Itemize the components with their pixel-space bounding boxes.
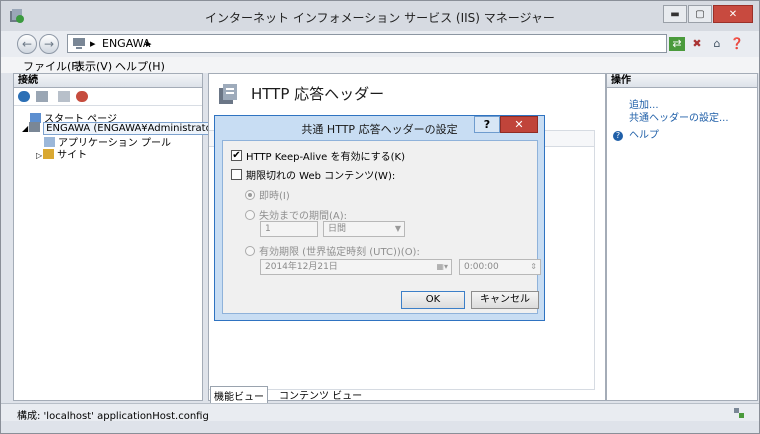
status-text: 構成: 'localhost' applicationHost.config: [17, 411, 209, 422]
home-icon[interactable]: ⌂: [709, 37, 725, 51]
maximize-button[interactable]: ▢: [688, 5, 712, 23]
menu-view[interactable]: 表示(V): [74, 58, 112, 74]
tree-item-sites[interactable]: ▷ サイト: [36, 146, 87, 161]
dialog-close-button[interactable]: ✕: [500, 116, 538, 133]
dialog-body: ✔ HTTP Keep-Alive を有効にする(K) 期限切れの Web コン…: [222, 140, 541, 314]
breadcrumb-engawa[interactable]: ENGAWA: [102, 37, 150, 50]
connections-header: 接続: [14, 74, 202, 88]
help-icon: ?: [613, 131, 623, 141]
back-button[interactable]: ←: [17, 34, 37, 54]
cancel-button[interactable]: キャンセル: [471, 291, 539, 309]
tab-content-view[interactable]: コンテンツ ビュー: [276, 386, 365, 403]
actions-panel: 操作 追加... 共通ヘッダーの設定... ? ヘルプ: [606, 73, 758, 401]
menu-bar: ファイル(F) 表示(V) ヘルプ(H): [1, 57, 759, 73]
ok-button[interactable]: OK: [401, 291, 465, 309]
keepalive-checkbox-row[interactable]: ✔ HTTP Keep-Alive を有効にする(K): [231, 148, 405, 163]
radio-immediate[interactable]: [245, 189, 255, 200]
menu-help[interactable]: ヘルプ(H): [115, 58, 165, 74]
network-icon: [734, 408, 744, 418]
sites-icon: [43, 149, 55, 159]
connect-icon[interactable]: [18, 91, 30, 102]
save-icon[interactable]: [36, 91, 48, 102]
page-title: HTTP 応答ヘッダー: [251, 85, 385, 103]
chevron-down-icon: ▼: [394, 224, 401, 233]
title-bar: インターネット インフォメーション サービス (IIS) マネージャー ▬ ▢ …: [1, 1, 759, 31]
refresh-icon[interactable]: ⇄: [669, 37, 685, 51]
expand-closed-icon[interactable]: ▷: [36, 151, 42, 160]
stop-icon[interactable]: ✖: [689, 37, 705, 51]
breadcrumb-separator: ▸: [146, 37, 152, 50]
help-icon[interactable]: ❓: [729, 37, 745, 51]
calendar-icon: ▦▾: [436, 262, 448, 271]
expire-checkbox[interactable]: [231, 169, 242, 180]
up-icon[interactable]: [58, 91, 70, 102]
iis-manager-window: インターネット インフォメーション サービス (IIS) マネージャー ▬ ▢ …: [0, 0, 760, 434]
navigation-bar: ← → ▸ ENGAWA ▸ ⇄ ✖ ⌂ ❓: [1, 31, 759, 57]
time-stepper[interactable]: 0:00:00 ⇕: [459, 259, 541, 275]
tree-item-server[interactable]: ◢ ENGAWA (ENGAWA¥Administrator): [22, 122, 223, 135]
radio-on-row[interactable]: 有効期限 (世界協定時刻 (UTC))(O):: [245, 243, 420, 258]
http-response-headers-icon: [219, 84, 237, 104]
disconnect-icon[interactable]: [76, 91, 88, 102]
spinner-icon: ⇕: [530, 262, 537, 271]
radio-immediate-row[interactable]: 即時(I): [245, 187, 290, 202]
connections-toolbar: [14, 88, 202, 106]
radio-after-row[interactable]: 失効までの期間(A):: [245, 207, 347, 222]
action-set-common-headers[interactable]: 共通ヘッダーの設定...: [629, 109, 729, 124]
server-icon: [73, 38, 85, 49]
status-bar: 構成: 'localhost' applicationHost.config: [1, 403, 759, 422]
window-title: インターネット インフォメーション サービス (IIS) マネージャー: [205, 11, 555, 25]
server-icon: [29, 122, 41, 132]
common-headers-dialog: 共通 HTTP 応答ヘッダーの設定 ? ✕ ✔ HTTP Keep-Alive …: [214, 115, 545, 321]
radio-on[interactable]: [245, 245, 255, 256]
view-tabs: 機能ビュー コンテンツ ビュー: [208, 385, 606, 405]
minimize-button[interactable]: ▬: [663, 5, 687, 23]
expire-checkbox-row[interactable]: 期限切れの Web コンテンツ(W):: [231, 167, 395, 182]
forward-button[interactable]: →: [39, 34, 59, 54]
keepalive-checkbox[interactable]: ✔: [231, 150, 242, 161]
breadcrumb-separator: ▸: [90, 37, 96, 50]
dialog-help-button[interactable]: ?: [474, 116, 500, 133]
close-button[interactable]: ✕: [713, 5, 753, 23]
action-help[interactable]: ? ヘルプ: [613, 126, 659, 141]
address-bar[interactable]: ▸ ENGAWA ▸: [67, 34, 667, 53]
actions-header: 操作: [607, 74, 757, 88]
expand-open-icon[interactable]: ◢: [22, 124, 28, 133]
date-picker[interactable]: 2014年12月21日 ▦▾: [260, 259, 452, 275]
radio-after[interactable]: [245, 209, 255, 220]
after-unit-select[interactable]: 日間 ▼: [323, 221, 405, 237]
after-value-input[interactable]: 1: [260, 221, 318, 237]
connections-panel: 接続 スタート ページ ◢ ENGAWA (ENGAWA¥Administrato…: [13, 73, 223, 401]
